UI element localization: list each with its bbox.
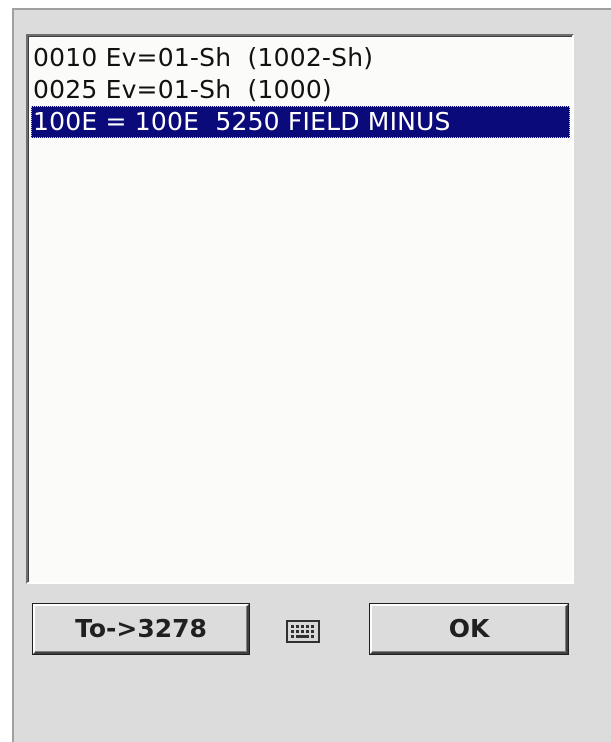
list-item[interactable]: 0025 Ev=01-Sh (1000) [31,74,570,106]
list-item[interactable]: 0010 Ev=01-Sh (1002-Sh) [31,42,570,74]
to-3278-button[interactable]: To->3278 [33,604,249,654]
event-listbox[interactable]: 0010 Ev=01-Sh (1002-Sh) 0025 Ev=01-Sh (1… [26,34,574,584]
keyboard-icon[interactable] [286,618,320,644]
list-item-selected[interactable]: 100E = 100E 5250 FIELD MINUS [31,106,570,138]
ok-button[interactable]: OK [370,604,568,654]
